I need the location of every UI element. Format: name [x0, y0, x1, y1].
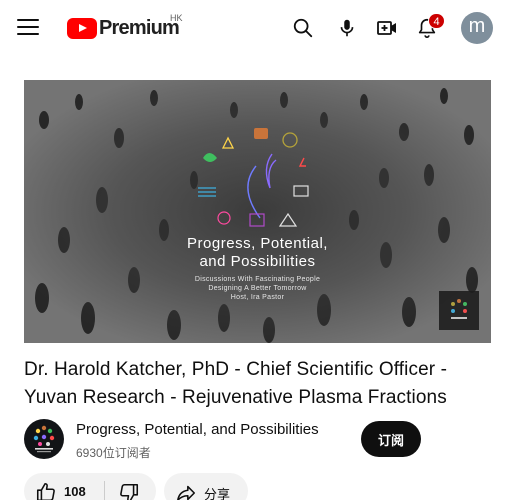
mic-icon[interactable] [333, 14, 361, 42]
youtube-logo-icon [67, 17, 97, 39]
channel-watermark[interactable] [439, 291, 479, 330]
video-card-subtitle-line3: Host, Ira Pastor [230, 294, 285, 301]
video-card-subtitle-line1: Discussions With Fascinating People [194, 276, 321, 283]
create-icon[interactable] [373, 14, 401, 42]
channel-avatar[interactable] [24, 419, 64, 459]
channel-name[interactable]: Progress, Potential, and Possibilities [76, 421, 319, 438]
like-dislike-group: 108 [24, 473, 156, 500]
menu-icon[interactable] [17, 19, 39, 37]
video-card-subtitle-line2: Designing A Better Tomorrow [208, 285, 307, 292]
like-icon [36, 482, 55, 500]
share-label: 分享 [204, 487, 231, 500]
dislike-button[interactable] [105, 473, 156, 500]
video-title-line2: Yuvan Research - Rejuvenative Plasma Fra… [24, 387, 447, 408]
subscribe-button[interactable]: 订阅 [361, 421, 421, 457]
like-count: 108 [64, 484, 86, 499]
video-player[interactable]: Progress, Potential, and Possibilities D… [24, 80, 491, 343]
avatar[interactable]: m [461, 12, 493, 44]
top-bar: Premium HK 4 m [0, 0, 515, 56]
video-card-title-line2: and Possibilities [199, 253, 316, 270]
video-title-line1: Dr. Harold Katcher, PhD - Chief Scientif… [24, 359, 447, 380]
video-title: Dr. Harold Katcher, PhD - Chief Scientif… [24, 356, 464, 412]
region-code: HK [170, 13, 183, 23]
subscriber-count: 6930位订阅者 [76, 446, 151, 460]
notification-badge: 4 [428, 13, 445, 29]
like-button[interactable]: 108 [24, 473, 104, 500]
youtube-premium-logo[interactable]: Premium [67, 15, 180, 41]
logo-text: Premium [99, 16, 180, 39]
video-card-title-line1: Progress, Potential, [187, 235, 328, 252]
science-icons-graphic [198, 128, 309, 227]
search-icon[interactable] [289, 14, 317, 42]
share-icon [177, 485, 196, 500]
share-button[interactable]: 分享 [164, 473, 248, 500]
dislike-icon [120, 483, 139, 500]
